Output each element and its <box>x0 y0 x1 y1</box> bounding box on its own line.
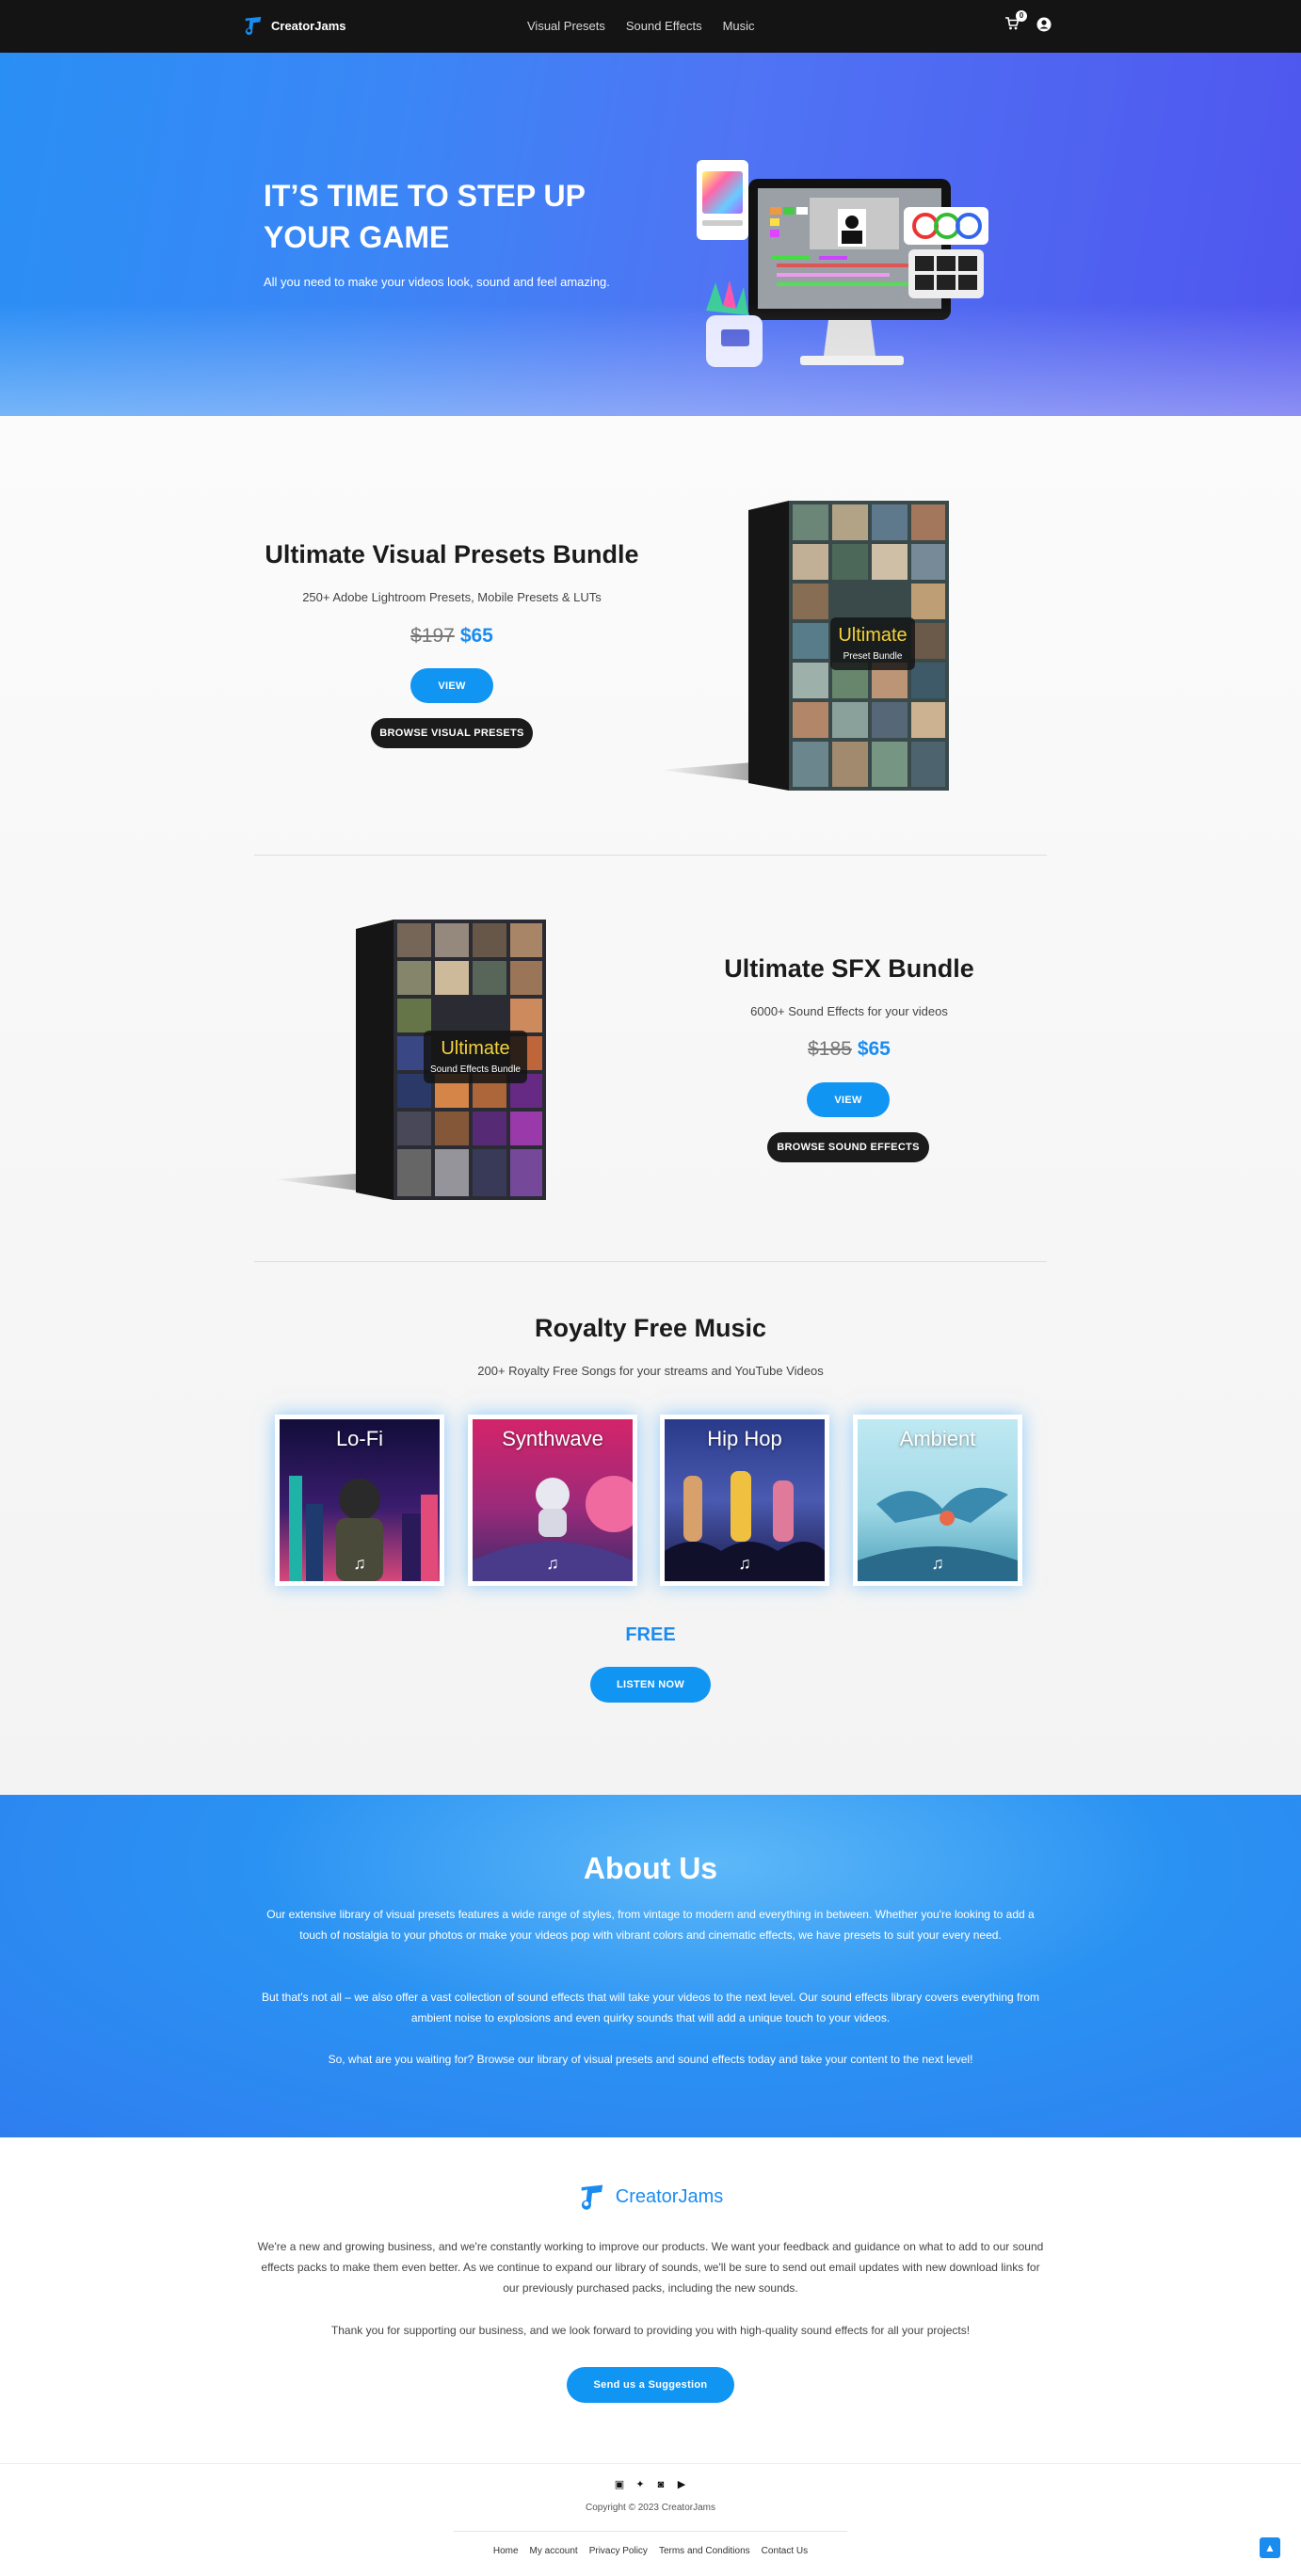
sfx-box-subtitle: Sound Effects Bundle <box>430 1064 521 1075</box>
top-nav: CreatorJams Visual Presets Sound Effects… <box>0 0 1301 53</box>
music-note-icon: ♫ <box>738 1554 751 1573</box>
music-note-logo-icon <box>581 2184 602 2210</box>
brand-name: CreatorJams <box>271 18 346 33</box>
cart-button[interactable]: 0 <box>1004 10 1027 33</box>
footer-brand-logo[interactable]: CreatorJams <box>0 2183 1301 2211</box>
visual-bundle-title: Ultimate Visual Presets Bundle <box>265 540 639 568</box>
sfx-box-title: Ultimate <box>441 1038 510 1059</box>
social-links: ▣ ✦ ◙ ▶ <box>0 2478 1301 2491</box>
footer-separator <box>454 2531 847 2532</box>
footer-link-terms[interactable]: Terms and Conditions <box>659 2546 750 2556</box>
visual-box-subtitle: Preset Bundle <box>843 651 903 662</box>
section-divider <box>254 855 1047 856</box>
music-price-label: FREE <box>625 1624 676 1645</box>
hero-title: IT’S TIME TO STEP UP YOUR GAME <box>264 179 586 254</box>
nav-link-sound-effects[interactable]: Sound Effects <box>626 19 702 33</box>
nav-link-music[interactable]: Music <box>723 19 755 33</box>
visual-bundle-view-button[interactable]: VIEW <box>410 668 493 703</box>
suggestion-paragraph: Thank you for supporting our business, a… <box>330 2324 971 2337</box>
music-note-icon: ♫ <box>353 1554 366 1573</box>
editing-desktop-illustration <box>697 160 988 367</box>
sfx-bundle-box-image: Ultimate Sound Effects Bundle <box>273 918 555 1205</box>
music-note-logo-icon <box>245 16 262 36</box>
footer-link-contact[interactable]: Contact Us <box>762 2546 808 2556</box>
visual-box-title: Ultimate <box>838 625 907 646</box>
sfx-bundle-new-price: $65 <box>857 1038 891 1060</box>
visual-bundle-description: 250+ Adobe Lightroom Presets, Mobile Pre… <box>302 590 602 604</box>
scroll-to-top-button[interactable]: ▲ <box>1260 2537 1280 2558</box>
music-note-icon: ♫ <box>546 1554 559 1573</box>
visual-bundle-box-image: Ultimate Preset Bundle <box>659 499 960 795</box>
about-paragraph: Our extensive library of visual presets … <box>266 1908 1035 1942</box>
footer-link-privacy-policy[interactable]: Privacy Policy <box>589 2546 648 2556</box>
nav-actions: 0 <box>1004 10 1052 33</box>
chevron-up-icon: ▲ <box>1264 2541 1276 2554</box>
sfx-bundle-description: 6000+ Sound Effects for your videos <box>750 1004 948 1018</box>
sfx-bundle-title: Ultimate SFX Bundle <box>724 954 974 983</box>
about-paragraph: But that's not all – we also offer a vas… <box>261 1991 1040 2024</box>
browse-sound-effects-button[interactable]: BROWSE SOUND EFFECTS <box>767 1132 929 1162</box>
about-title: About Us <box>583 1851 718 1885</box>
copyright-text: Copyright © 2023 CreatorJams <box>586 2503 715 2513</box>
music-card-synthwave[interactable]: Synthwave ♫ <box>468 1415 637 1586</box>
sfx-bundle-price: $185 $65 <box>651 1038 1047 1061</box>
products-background <box>0 416 1301 1795</box>
browse-visual-presets-button[interactable]: BROWSE VISUAL PRESETS <box>371 718 533 748</box>
music-card-hiphop[interactable]: Hip Hop ♫ <box>660 1415 829 1586</box>
send-suggestion-button[interactable]: Send us a Suggestion <box>567 2367 734 2403</box>
footer-link-my-account[interactable]: My account <box>530 2546 578 2556</box>
footer-link-home[interactable]: Home <box>493 2546 519 2556</box>
music-section-title: Royalty Free Music <box>534 1314 767 1342</box>
instagram-icon[interactable]: ◙ <box>654 2478 667 2491</box>
footer-menu: Home My account Privacy Policy Terms and… <box>0 2546 1301 2556</box>
music-card-label: Lo-Fi <box>335 1427 384 1450</box>
hero-banner: IT’S TIME TO STEP UP YOUR GAME All you n… <box>0 53 1301 416</box>
suggestion-section: CreatorJams We're a new and growing busi… <box>0 2137 1301 2576</box>
nav-link-visual-presets[interactable]: Visual Presets <box>527 19 605 33</box>
music-card-label: Ambient <box>899 1427 976 1450</box>
listen-now-button[interactable]: LISTEN NOW <box>590 1667 711 1703</box>
section-divider <box>254 1261 1047 1262</box>
hero-subtitle: All you need to make your videos look, s… <box>264 275 610 289</box>
visual-bundle-new-price: $65 <box>459 625 493 647</box>
account-icon[interactable] <box>1036 17 1052 32</box>
music-card-ambient[interactable]: Ambient ♫ <box>853 1415 1022 1586</box>
twitter-icon[interactable]: ✦ <box>634 2478 647 2491</box>
music-card-lofi[interactable]: Lo-Fi ♫ <box>275 1415 444 1586</box>
about-paragraph: So, what are you waiting for? Browse our… <box>328 2053 973 2066</box>
youtube-icon[interactable]: ▶ <box>675 2478 688 2491</box>
footer-brand-name: CreatorJams <box>615 2185 724 2207</box>
music-note-icon: ♫ <box>931 1554 944 1573</box>
brand-logo[interactable]: CreatorJams <box>243 15 346 36</box>
visual-bundle-price: $197 $65 <box>254 625 650 648</box>
sfx-bundle-old-price: $185 <box>808 1038 852 1060</box>
cart-count-badge: 0 <box>1016 10 1027 22</box>
main-menu: Visual Presets Sound Effects Music <box>527 19 755 33</box>
about-section: About Us Our extensive library of visual… <box>0 1795 1301 2137</box>
music-card-label: Synthwave <box>502 1427 603 1450</box>
visual-bundle-old-price: $197 <box>410 625 455 647</box>
facebook-icon[interactable]: ▣ <box>613 2478 626 2491</box>
suggestion-paragraph: We're a new and growing business, and we… <box>257 2240 1044 2295</box>
music-card-label: Hip Hop <box>707 1427 782 1450</box>
music-section-description: 200+ Royalty Free Songs for your streams… <box>477 1364 824 1378</box>
footer-divider <box>0 2463 1301 2464</box>
sfx-bundle-view-button[interactable]: VIEW <box>807 1082 890 1117</box>
